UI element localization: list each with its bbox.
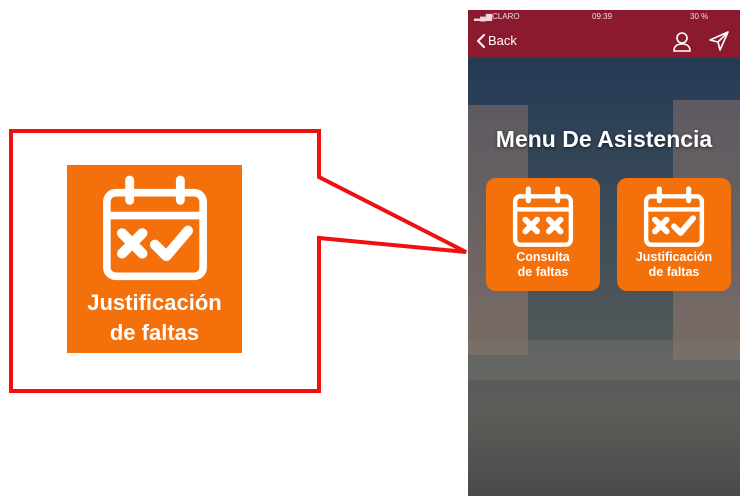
justificacion-faltas-tile[interactable]: Justificación de faltas (617, 178, 731, 291)
background-plaza (468, 340, 740, 380)
calendar-x-check-icon (643, 186, 705, 247)
tile-label-line1: Justificación (635, 250, 713, 264)
send-icon[interactable] (708, 30, 730, 52)
signal-icon: ▂▄▆ (474, 12, 492, 21)
status-bar: ▂▄▆ CLARO 09:39 30 % (468, 10, 740, 24)
calendar-x-check-icon (103, 175, 207, 281)
battery-level: 30 % (690, 12, 709, 21)
chevron-left-icon (477, 33, 485, 48)
back-label: Back (488, 33, 517, 48)
tile-label-line2: de faltas (648, 265, 700, 279)
nav-bar: Back (468, 24, 740, 58)
carrier-label: CLARO (492, 12, 520, 21)
tile-label-line1: Consulta (516, 250, 570, 264)
menu-title: Menu De Asistencia (495, 126, 713, 152)
calendar-xx-icon (512, 186, 574, 247)
status-time: 09:39 (592, 12, 613, 21)
user-icon[interactable] (671, 30, 693, 52)
consulta-faltas-tile[interactable]: Consulta de faltas (486, 178, 600, 291)
zoomed-justificacion-tile: Justificación de faltas (67, 165, 242, 353)
back-button[interactable]: Back (476, 33, 517, 48)
zoomed-label-line2: de faltas (109, 320, 200, 345)
phone-screen: ▂▄▆ CLARO 09:39 30 % Back Menu De Asiste… (468, 10, 740, 496)
zoomed-label-line1: Justificación (87, 290, 222, 315)
tile-label-line2: de faltas (517, 265, 569, 279)
